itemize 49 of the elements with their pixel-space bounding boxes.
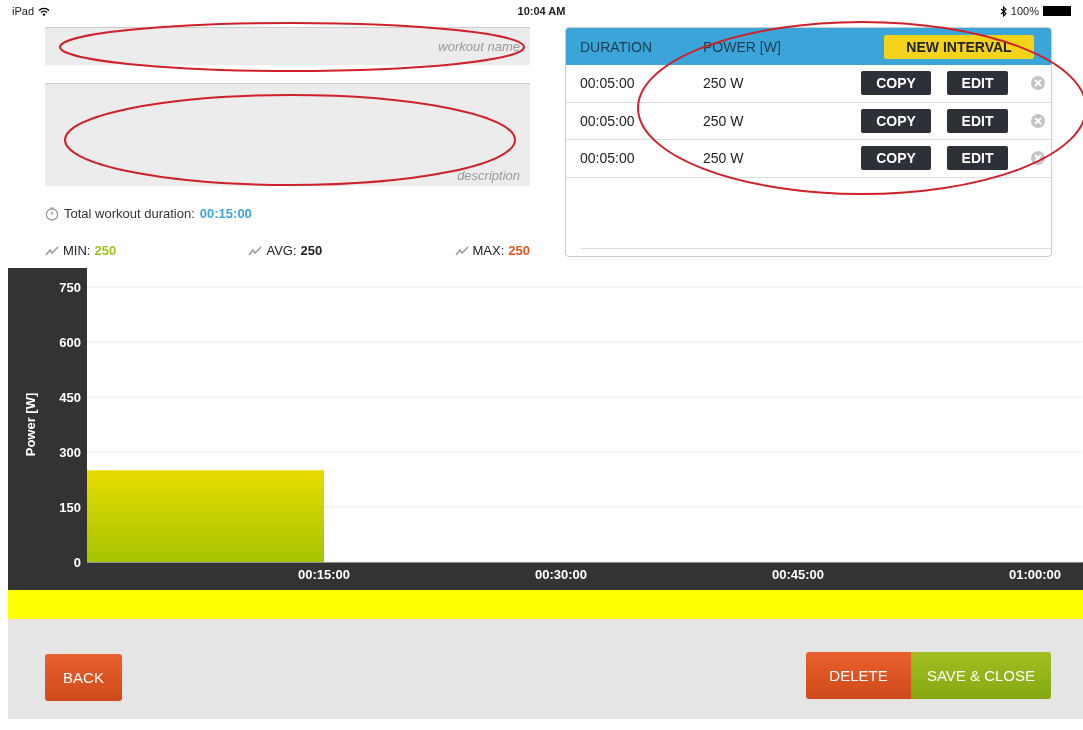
y-tick-label: 300 <box>59 445 81 460</box>
total-duration-label: Total workout duration: <box>64 206 195 221</box>
x-tick-label: 00:45:00 <box>772 567 824 582</box>
trend-icon <box>45 245 59 256</box>
battery-icon <box>1043 6 1071 16</box>
stat-value: 250 <box>300 243 323 258</box>
copy-button[interactable]: COPY <box>861 108 931 133</box>
wifi-icon <box>38 6 51 16</box>
edit-button[interactable]: EDIT <box>947 71 1008 96</box>
stat-label: AVG: <box>266 243 297 258</box>
duration-cell-text: 00:05:00 <box>579 150 636 167</box>
y-tick-label: 600 <box>59 335 81 350</box>
x-tick-label: 00:30:00 <box>535 567 587 582</box>
new-interval-button[interactable]: NEW INTERVAL <box>884 34 1034 59</box>
stat-label: MIN: <box>63 243 91 258</box>
power-cell-text: 250 W <box>703 112 745 129</box>
y-tick-label: 750 <box>59 280 81 295</box>
power-cell-text: 250 W <box>703 150 745 167</box>
stopwatch-icon <box>45 206 59 221</box>
duration-cell-text: 00:05:00 <box>579 112 636 129</box>
stat-label: MAX: <box>472 243 505 258</box>
workout-name-field[interactable]: workout name <box>45 27 530 65</box>
duration-cell-text: 00:05:00 <box>579 75 636 92</box>
y-tick-label: 150 <box>59 500 81 515</box>
stat-value: 250 <box>508 243 530 258</box>
y-tick-label: 0 <box>73 555 81 570</box>
stat-value: 250 <box>94 243 117 258</box>
device-name: iPad <box>12 5 35 17</box>
bluetooth-icon <box>999 5 1007 17</box>
trend-icon <box>248 245 263 256</box>
x-tick-label: 00:15:00 <box>298 567 350 582</box>
y-axis-title: Power [W] <box>23 392 38 457</box>
column-header: POWER [W] <box>703 38 782 55</box>
remove-icon[interactable] <box>1030 150 1046 167</box>
delete-button[interactable]: DELETE <box>806 652 911 699</box>
copy-button[interactable]: COPY <box>861 146 931 171</box>
x-tick-label: 01:00:00 <box>1009 567 1061 582</box>
battery-percent: 100% <box>1010 5 1039 17</box>
y-tick-label: 450 <box>59 390 81 405</box>
description-field[interactable]: description <box>45 83 530 186</box>
status-time: 10:04 AM <box>517 5 566 17</box>
trend-icon <box>454 245 469 256</box>
power-cell-text: 250 W <box>703 75 745 92</box>
total-duration-value: 00:15:00 <box>199 206 252 221</box>
column-header: DURATION <box>579 38 654 55</box>
copy-button[interactable]: COPY <box>861 71 931 96</box>
edit-button[interactable]: EDIT <box>947 108 1008 133</box>
back-button[interactable]: BACK <box>45 654 122 701</box>
edit-button[interactable]: EDIT <box>947 146 1008 171</box>
